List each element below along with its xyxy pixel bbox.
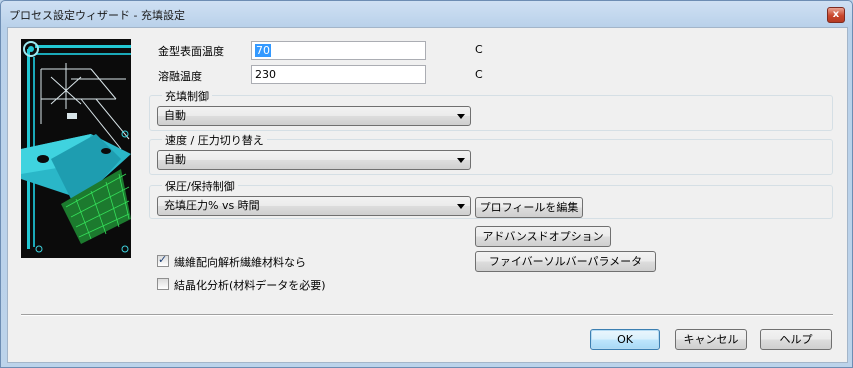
- mold-temp-input[interactable]: 70: [251, 41, 426, 60]
- vp-switchover-value: 自動: [164, 153, 186, 166]
- close-button[interactable]: x: [827, 7, 845, 23]
- vp-switchover-title: 速度 / 圧力切り替え: [162, 132, 267, 148]
- mold-temp-label: 金型表面温度: [158, 45, 224, 58]
- title-bar[interactable]: プロセス設定ウィザード - 充填設定 x: [1, 1, 852, 27]
- melt-temp-value: 230: [255, 68, 276, 81]
- crystallization-checkbox[interactable]: [157, 278, 169, 290]
- crystallization-label[interactable]: 結晶化分析(材料データを必要): [174, 277, 326, 293]
- check-icon: ✓: [158, 253, 168, 266]
- window-title: プロセス設定ウィザード - 充填設定: [9, 9, 185, 22]
- fill-control-title: 充填制御: [162, 88, 212, 104]
- chevron-down-icon: [457, 158, 465, 163]
- pack-control-value: 充填圧力% vs 時間: [164, 199, 260, 212]
- fiber-solver-parameters-button[interactable]: ファイバーソルバーパラメータ: [475, 251, 656, 272]
- melt-temp-unit: C: [475, 68, 483, 81]
- advanced-options-button[interactable]: アドバンスドオプション: [475, 226, 611, 247]
- process-settings-wizard-window: プロセス設定ウィザード - 充填設定 x 金型表面温度 70 C 溶融温度 23…: [0, 0, 853, 368]
- vp-switchover-select[interactable]: 自動: [157, 150, 471, 170]
- ok-button[interactable]: OK: [590, 329, 660, 350]
- melt-temp-input[interactable]: 230: [251, 65, 426, 84]
- chevron-down-icon: [457, 114, 465, 119]
- close-icon: x: [832, 9, 840, 20]
- wizard-illustration-image: [21, 39, 131, 258]
- melt-temp-label: 溶融温度: [158, 70, 202, 83]
- dialog-body: 金型表面温度 70 C 溶融温度 230 C 充填制御 自動 速度 / 圧力切り…: [7, 27, 848, 363]
- pack-control-select[interactable]: 充填圧力% vs 時間: [157, 196, 471, 216]
- fiber-analysis-checkbox[interactable]: ✓: [157, 253, 169, 267]
- fill-control-select[interactable]: 自動: [157, 106, 471, 126]
- cancel-button[interactable]: キャンセル: [675, 329, 747, 350]
- fill-control-value: 自動: [164, 109, 186, 122]
- fiber-analysis-label[interactable]: 繊維配向解析繊維材料なら: [174, 254, 306, 270]
- footer-separator: [21, 314, 833, 316]
- mold-temp-value: 70: [255, 44, 271, 57]
- help-button[interactable]: ヘルプ: [760, 329, 832, 350]
- chevron-down-icon: [457, 204, 465, 209]
- pack-control-title: 保圧/保持制御: [162, 178, 238, 194]
- mold-temp-unit: C: [475, 43, 483, 56]
- edit-profile-button[interactable]: プロフィールを編集: [475, 197, 583, 218]
